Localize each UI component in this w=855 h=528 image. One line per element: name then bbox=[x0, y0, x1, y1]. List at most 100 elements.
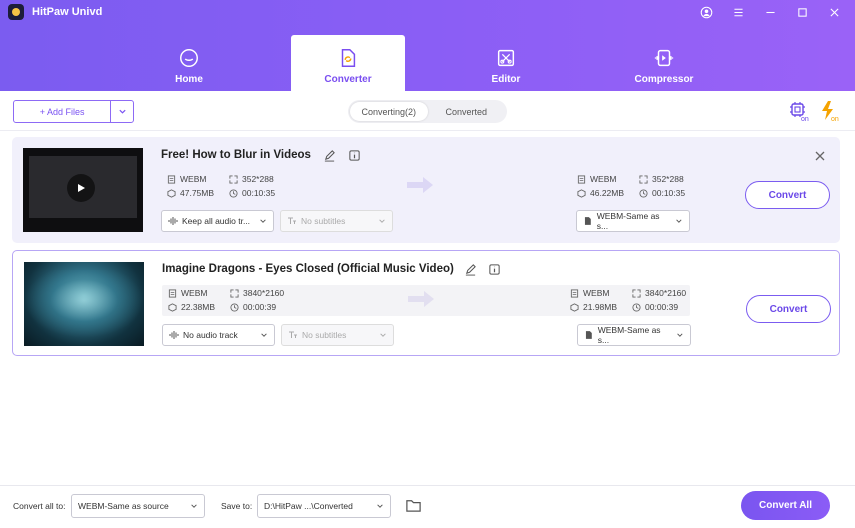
output-format-select[interactable]: WEBM-Same as s... bbox=[577, 324, 691, 346]
target-size-cell: 21.98MB bbox=[570, 302, 632, 312]
target-info: WEBM 3840*2160 21.98MB 00:00:39 bbox=[564, 285, 694, 319]
chevron-down-icon bbox=[261, 333, 267, 337]
target-format: WEBM bbox=[583, 288, 610, 298]
subtitles-select[interactable]: No subtitles bbox=[280, 210, 393, 232]
resolution-icon bbox=[632, 288, 641, 298]
hw-accel-badge: on bbox=[801, 116, 809, 122]
target-resolution: 352*288 bbox=[652, 174, 684, 184]
converter-icon bbox=[337, 47, 359, 69]
file-title: Free! How to Blur in Videos bbox=[161, 149, 311, 161]
file-format-icon bbox=[585, 331, 592, 339]
convert-button[interactable]: Convert bbox=[745, 181, 830, 209]
tab-converter[interactable]: Converter bbox=[291, 35, 405, 91]
file-format-icon bbox=[584, 217, 591, 225]
rename-icon[interactable] bbox=[464, 263, 477, 276]
user-icon[interactable] bbox=[697, 3, 715, 21]
source-format: WEBM bbox=[181, 288, 208, 298]
file-size-icon bbox=[577, 188, 586, 198]
convert-all-to-label: Convert all to: bbox=[13, 501, 66, 511]
save-to-select[interactable]: D:\HitPaw ...\Converted bbox=[257, 494, 391, 518]
audio-track-value: No audio track bbox=[183, 330, 238, 340]
arrow-right-icon bbox=[407, 177, 433, 193]
target-duration: 00:00:39 bbox=[645, 302, 679, 312]
file-size-icon bbox=[570, 302, 579, 312]
add-files-dropdown[interactable] bbox=[111, 101, 133, 122]
tab-home-label: Home bbox=[175, 74, 203, 85]
audio-track-value: Keep all audio tr... bbox=[182, 216, 251, 226]
tab-converting[interactable]: Converting(2) bbox=[350, 102, 428, 121]
tab-converting-label: Converting(2) bbox=[361, 106, 417, 117]
video-thumbnail[interactable] bbox=[23, 148, 143, 232]
tab-home[interactable]: Home bbox=[132, 35, 246, 91]
file-list: Free! How to Blur in Videos WEBM 352*288 bbox=[0, 131, 855, 485]
file-title: Imagine Dragons - Eyes Closed (Official … bbox=[162, 263, 454, 275]
play-icon[interactable] bbox=[67, 174, 95, 202]
close-icon[interactable] bbox=[825, 3, 843, 21]
audio-track-select[interactable]: Keep all audio tr... bbox=[161, 210, 274, 232]
brand: HitPaw Univd bbox=[8, 4, 102, 20]
source-info: WEBM 352*288 47.75MB 00:10:35 bbox=[161, 171, 431, 205]
tab-converted[interactable]: Converted bbox=[428, 102, 506, 121]
subtitles-select[interactable]: No subtitles bbox=[281, 324, 394, 346]
source-duration-cell: 00:10:35 bbox=[229, 188, 275, 198]
resolution-icon bbox=[229, 174, 238, 184]
footer: Convert all to: WEBM-Same as source Save… bbox=[0, 485, 855, 528]
output-format-select[interactable]: WEBM-Same as s... bbox=[576, 210, 690, 232]
chevron-down-icon bbox=[118, 109, 126, 114]
rename-icon[interactable] bbox=[323, 149, 336, 162]
video-thumbnail[interactable] bbox=[24, 262, 144, 346]
source-format-cell: WEBM bbox=[168, 288, 230, 298]
source-info: WEBM 3840*2160 22.38MB 00:00:39 bbox=[162, 285, 432, 319]
toolbar: + Add Files Converting(2) Converted on o… bbox=[0, 91, 855, 131]
resolution-icon bbox=[230, 288, 239, 298]
subtitle-icon bbox=[288, 217, 296, 224]
add-files-label: + Add Files bbox=[39, 106, 85, 117]
target-resolution-cell: 3840*2160 bbox=[632, 288, 686, 298]
add-files-button[interactable]: + Add Files bbox=[14, 101, 112, 122]
lightning-icon: on bbox=[822, 101, 839, 123]
file-card: Free! How to Blur in Videos WEBM 352*288 bbox=[12, 137, 840, 243]
output-format-value: WEBM-Same as s... bbox=[597, 325, 661, 345]
chevron-down-icon bbox=[260, 219, 266, 223]
minimize-icon[interactable] bbox=[761, 3, 779, 21]
remove-file-close-icon[interactable] bbox=[813, 149, 827, 163]
menu-icon[interactable] bbox=[729, 3, 747, 21]
source-duration: 00:00:39 bbox=[243, 302, 277, 312]
chevron-down-icon bbox=[377, 504, 383, 508]
tab-compressor-label: Compressor bbox=[634, 74, 694, 85]
chevron-down-icon bbox=[191, 504, 197, 508]
subtitle-icon bbox=[289, 331, 297, 338]
convert-all-to-select[interactable]: WEBM-Same as source bbox=[71, 494, 205, 518]
target-size-cell: 46.22MB bbox=[577, 188, 639, 198]
open-folder-icon[interactable] bbox=[405, 497, 422, 514]
target-format-cell: WEBM bbox=[570, 288, 632, 298]
save-to-label: Save to: bbox=[221, 501, 253, 511]
info-icon[interactable] bbox=[348, 149, 361, 162]
target-resolution: 3840*2160 bbox=[645, 288, 687, 298]
add-files-button-group: + Add Files bbox=[13, 100, 134, 123]
audio-track-select[interactable]: No audio track bbox=[162, 324, 275, 346]
chevron-down-icon bbox=[379, 219, 385, 223]
target-size: 21.98MB bbox=[583, 302, 618, 312]
convert-all-button[interactable]: Convert All bbox=[741, 491, 830, 520]
target-resolution-cell: 352*288 bbox=[639, 174, 684, 184]
hardware-acceleration-button[interactable]: on bbox=[788, 100, 810, 123]
convert-button[interactable]: Convert bbox=[746, 295, 831, 323]
target-format-cell: WEBM bbox=[577, 174, 639, 184]
target-duration: 00:10:35 bbox=[652, 188, 686, 198]
target-duration-cell: 00:10:35 bbox=[639, 188, 685, 198]
clock-icon bbox=[632, 302, 641, 312]
app-header: HitPaw Univd Home Converter Editor Compr… bbox=[0, 0, 855, 91]
chevron-down-icon bbox=[380, 333, 386, 337]
lightning-mode-button[interactable]: on bbox=[818, 100, 840, 123]
target-size: 46.22MB bbox=[590, 188, 625, 198]
maximize-icon[interactable] bbox=[793, 3, 811, 21]
subtitles-value: No subtitles bbox=[301, 216, 346, 226]
file-size-icon bbox=[167, 188, 176, 198]
chip-icon: on bbox=[790, 102, 809, 123]
info-icon[interactable] bbox=[488, 263, 501, 276]
tab-converter-label: Converter bbox=[324, 74, 372, 85]
tab-converted-label: Converted bbox=[445, 106, 488, 117]
tab-compressor[interactable]: Compressor bbox=[607, 35, 721, 91]
tab-editor[interactable]: Editor bbox=[449, 35, 563, 91]
